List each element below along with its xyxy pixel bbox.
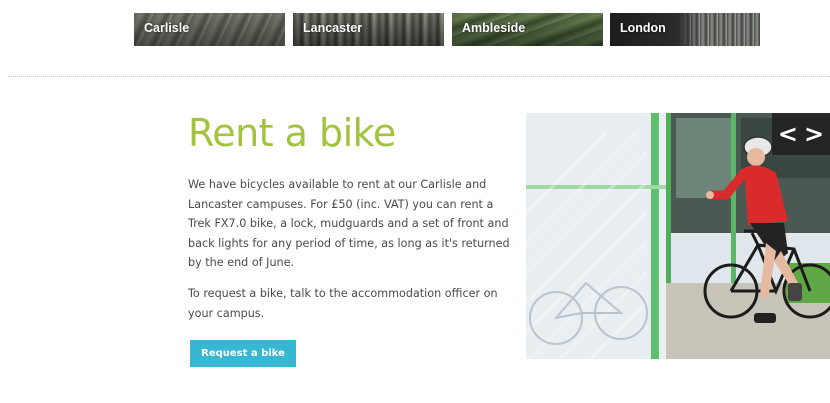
rental-request-instructions: To request a bike, talk to the accommoda… [188,287,498,320]
request-bike-button[interactable]: Request a bike [190,340,296,367]
section-divider [8,76,830,77]
page: Carlisle Lancaster Ambleside London Rent… [0,0,830,403]
bike-photo-slider: < > [526,113,830,359]
campus-tab-label: London [620,21,666,35]
chevron-left-icon[interactable]: < [778,122,798,146]
campus-tab-label: Ambleside [462,21,526,35]
section-title: Rent a bike [188,111,396,155]
campus-tabs: Carlisle Lancaster Ambleside London [134,13,760,46]
campus-tab-ambleside[interactable]: Ambleside [452,13,603,46]
campus-tab-carlisle[interactable]: Carlisle [134,13,285,46]
rental-description: We have bicycles available to rent at ou… [188,178,510,269]
chevron-right-icon[interactable]: > [804,122,824,146]
campus-tab-lancaster[interactable]: Lancaster [293,13,444,46]
campus-tab-label: Carlisle [144,21,190,35]
campus-tab-label: Lancaster [303,21,363,35]
campus-tab-london[interactable]: London [610,13,760,46]
slider-nav: < > [772,113,830,155]
